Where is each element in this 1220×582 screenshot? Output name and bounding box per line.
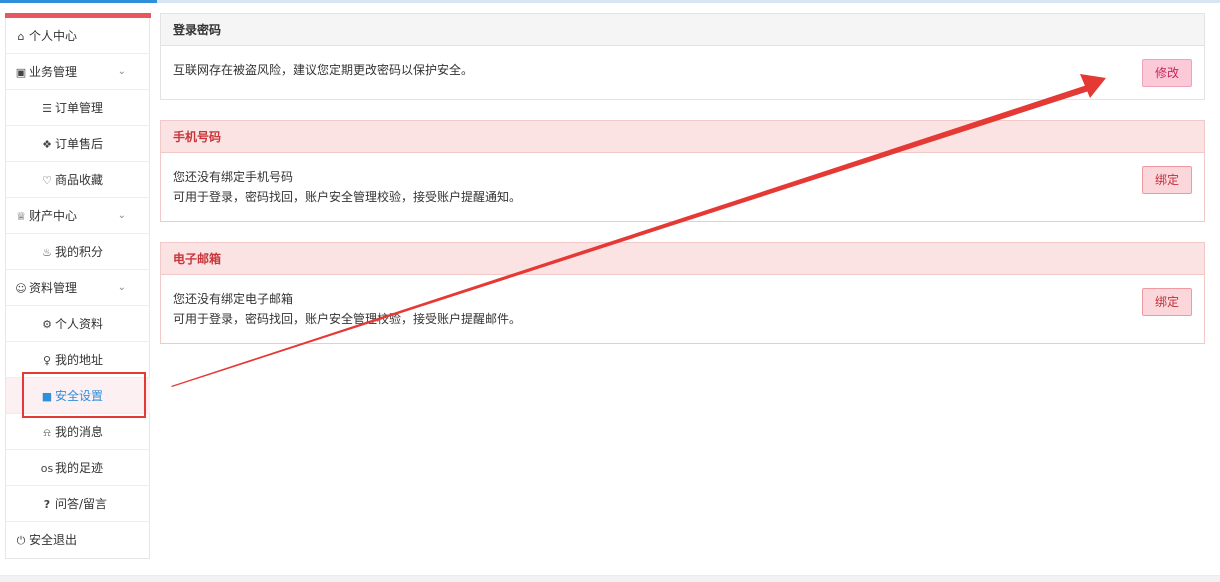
sidebar-item-label: 订单管理 bbox=[55, 101, 104, 115]
sidebar-item-security[interactable]: ■ 安全设置 bbox=[6, 378, 150, 414]
sidebar-item-label: 我的地址 bbox=[55, 353, 104, 367]
panel-title: 登录密码 bbox=[161, 14, 1204, 46]
panel-description: 可用于登录，密码找回，账户安全管理校验，接受账户提醒通知。 bbox=[173, 190, 522, 204]
email-panel: 电子邮箱 您还没有绑定电子邮箱 可用于登录，密码找回，账户安全管理校验，接受账户… bbox=[160, 242, 1205, 344]
chevron-down-icon: ⌄ bbox=[117, 282, 126, 293]
fire-icon: ♨ bbox=[42, 246, 52, 259]
panel-body: 您还没有绑定手机号码 可用于登录，密码找回，账户安全管理校验，接受账户提醒通知。… bbox=[161, 153, 1204, 221]
sidebar-item-address[interactable]: ♀ 我的地址 bbox=[6, 342, 150, 378]
panel-body: 互联网存在被盗风险，建议您定期更改密码以保护安全。 修改 bbox=[161, 46, 1204, 94]
bind-email-button[interactable]: 绑定 bbox=[1142, 288, 1192, 316]
sidebar-item-label: 我的消息 bbox=[55, 425, 104, 439]
sidebar-item-logout[interactable]: ⏻ 安全退出 bbox=[6, 522, 150, 558]
sidebar-item-label: 财产中心 bbox=[29, 209, 78, 223]
sidebar-item-label: 安全退出 bbox=[29, 533, 78, 547]
sidebar-item-label: 问答/留言 bbox=[55, 497, 108, 511]
phone-panel: 手机号码 您还没有绑定手机号码 可用于登录，密码找回，账户安全管理校验，接受账户… bbox=[160, 120, 1205, 222]
microphone-icon: ♀ bbox=[42, 354, 52, 367]
panel-status-text: 您还没有绑定电子邮箱 bbox=[173, 292, 294, 306]
modify-password-button[interactable]: 修改 bbox=[1142, 59, 1192, 87]
panel-title: 电子邮箱 bbox=[161, 243, 1204, 275]
top-bar bbox=[0, 0, 1220, 3]
question-icon: ? bbox=[43, 498, 51, 511]
sidebar-item-business[interactable]: ▣ 业务管理 ⌄ bbox=[6, 54, 150, 90]
trophy-icon: ♕ bbox=[16, 210, 26, 223]
sidebar-item-label: 商品收藏 bbox=[55, 173, 104, 187]
login-password-panel: 登录密码 互联网存在被盗风险，建议您定期更改密码以保护安全。 修改 bbox=[160, 13, 1205, 100]
chevron-down-icon: ⌄ bbox=[117, 66, 126, 77]
sidebar-item-label: 个人资料 bbox=[55, 317, 104, 331]
panel-body: 您还没有绑定电子邮箱 可用于登录，密码找回，账户安全管理校验，接受账户提醒邮件。… bbox=[161, 275, 1204, 343]
gear-icon: ⚙ bbox=[42, 318, 52, 331]
sidebar-item-footprints[interactable]: os 我的足迹 bbox=[6, 450, 150, 486]
sidebar-item-label: 业务管理 bbox=[29, 65, 78, 79]
sidebar-item-label: 我的积分 bbox=[55, 245, 104, 259]
sidebar-item-points[interactable]: ♨ 我的积分 bbox=[6, 234, 150, 270]
sidebar-item-label: 个人中心 bbox=[29, 29, 78, 43]
sidebar-item-favorites[interactable]: ♡ 商品收藏 bbox=[6, 162, 150, 198]
panel-status-text: 您还没有绑定手机号码 bbox=[173, 170, 294, 184]
bind-phone-button[interactable]: 绑定 bbox=[1142, 166, 1192, 194]
chevron-down-icon: ⌄ bbox=[117, 210, 126, 221]
os-icon: os bbox=[40, 462, 54, 475]
top-bar-accent bbox=[0, 0, 157, 3]
sidebar-item-after-sales[interactable]: ❖ 订单售后 bbox=[6, 126, 150, 162]
sidebar-item-label: 资料管理 bbox=[29, 281, 78, 295]
panel-title: 手机号码 bbox=[161, 121, 1204, 153]
sidebar-item-orders[interactable]: ☰ 订单管理 bbox=[6, 90, 150, 126]
bottom-bar bbox=[0, 575, 1220, 582]
user-icon: ☺ bbox=[15, 282, 27, 295]
sidebar-item-label: 我的足迹 bbox=[55, 461, 104, 475]
cube-icon: ▣ bbox=[15, 66, 27, 79]
sidebar-item-assets[interactable]: ♕ 财产中心 ⌄ bbox=[6, 198, 150, 234]
sidebar-item-personal-center[interactable]: ⌂ 个人中心 bbox=[6, 18, 150, 54]
list-icon: ☰ bbox=[42, 102, 52, 115]
bell-icon: ⍾ bbox=[43, 426, 51, 439]
panel-description: 可用于登录，密码找回，账户安全管理校验，接受账户提醒邮件。 bbox=[173, 312, 522, 326]
heart-icon: ♡ bbox=[42, 174, 52, 187]
panel-description: 互联网存在被盗风险，建议您定期更改密码以保护安全。 bbox=[173, 63, 474, 77]
sidebar: ⌂ 个人中心 ▣ 业务管理 ⌄ ☰ 订单管理 ❖ 订单售后 ♡ 商品收藏 ♕ 财产中心 ⌄ ♨ 我… bbox=[5, 13, 151, 559]
sidebar-item-qa[interactable]: ? 问答/留言 bbox=[6, 486, 150, 522]
home-icon: ⌂ bbox=[17, 30, 25, 43]
puzzle-icon: ❖ bbox=[42, 138, 52, 151]
sidebar-item-label: 订单售后 bbox=[55, 137, 104, 151]
lock-icon: ■ bbox=[41, 390, 53, 403]
sidebar-item-personal-info[interactable]: ⚙ 个人资料 bbox=[6, 306, 150, 342]
sidebar-item-label: 安全设置 bbox=[55, 389, 104, 403]
sidebar-item-profile-management[interactable]: ☺ 资料管理 ⌄ bbox=[6, 270, 150, 306]
power-icon: ⏻ bbox=[16, 534, 26, 547]
sidebar-item-messages[interactable]: ⍾ 我的消息 bbox=[6, 414, 150, 450]
